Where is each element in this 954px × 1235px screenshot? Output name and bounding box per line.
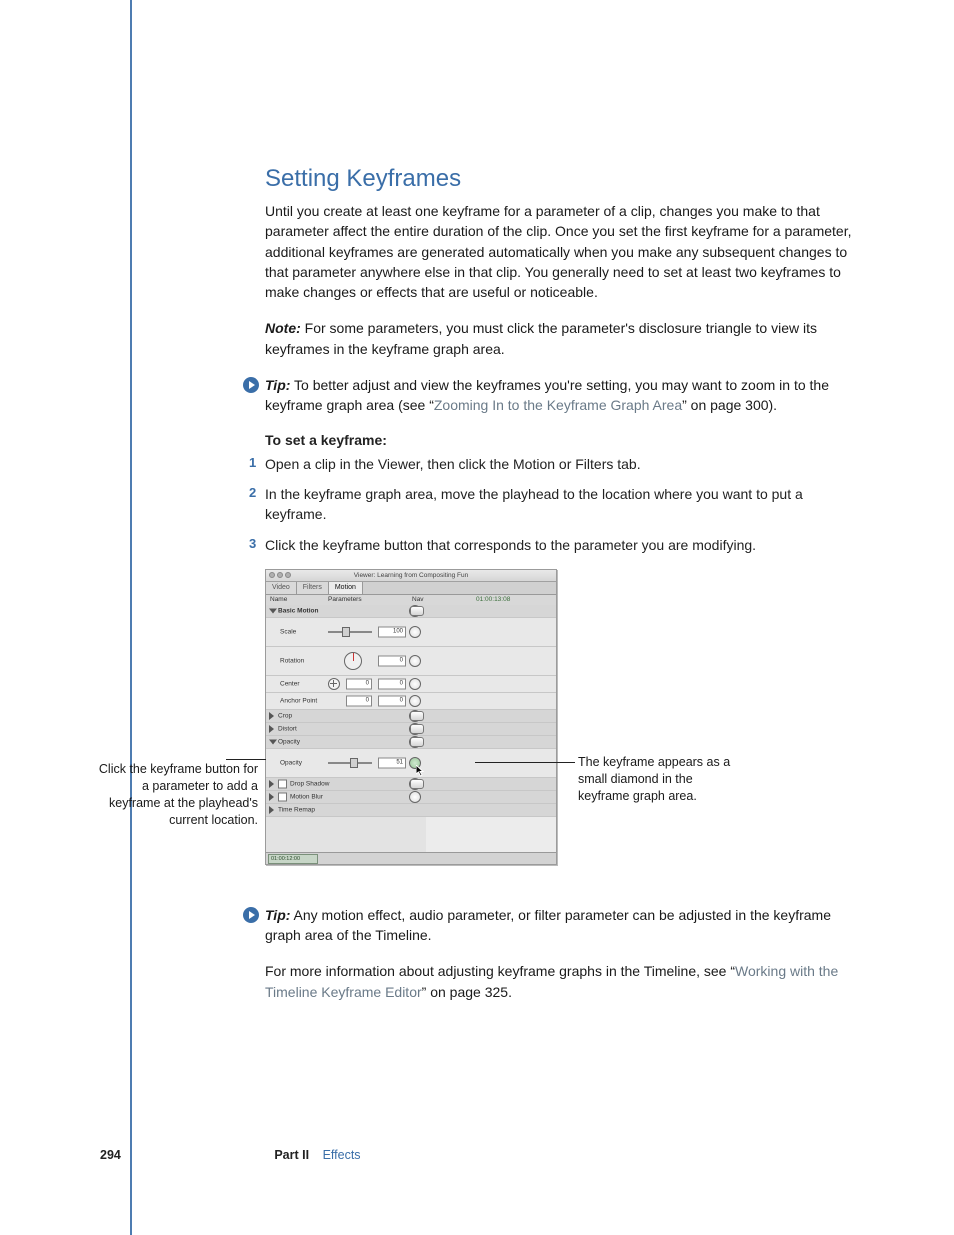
center-y[interactable]: 0 — [378, 678, 406, 689]
row-anchor: Anchor Point 0 0 — [266, 693, 556, 710]
row-motion-blur[interactable]: Motion Blur — [266, 791, 556, 804]
content-column: Setting Keyframes Until you create at le… — [265, 165, 855, 1018]
page: Setting Keyframes Until you create at le… — [0, 0, 954, 1235]
disclosure-triangle-icon[interactable] — [269, 608, 277, 613]
anchor-x[interactable]: 0 — [346, 695, 372, 706]
part-label: Part II — [274, 1148, 309, 1162]
opacity-value[interactable]: 51 — [378, 757, 406, 768]
disclosure-triangle-icon[interactable] — [269, 793, 274, 801]
outro-paragraph: For more information about adjusting key… — [265, 961, 855, 1002]
lead-line — [475, 762, 575, 763]
row-center: Center 0 0 — [266, 676, 556, 693]
tip-1: Tip: To better adjust and view the keyfr… — [265, 375, 855, 416]
section-label: Effects — [323, 1148, 361, 1162]
tab-motion[interactable]: Motion — [329, 582, 363, 594]
rotation-dial[interactable] — [344, 652, 362, 670]
viewer-window: Viewer: Learning from Compositing Fun Vi… — [265, 569, 557, 865]
scale-value[interactable]: 100 — [378, 626, 406, 637]
keyframe-button[interactable] — [409, 678, 421, 690]
page-footer: 294 Part II Effects — [100, 1148, 361, 1162]
note-body: For some parameters, you must click the … — [265, 320, 817, 356]
lead-line — [226, 759, 266, 760]
motion-blur-checkbox[interactable] — [278, 792, 287, 801]
nav-buttons[interactable] — [410, 606, 424, 616]
disclosure-triangle-icon[interactable] — [269, 739, 277, 744]
tip-icon — [243, 377, 259, 393]
row-opacity-group[interactable]: Opacity — [266, 736, 556, 749]
note-label: Note: — [265, 320, 301, 336]
center-x[interactable]: 0 — [346, 678, 372, 689]
callout-left: Click the keyframe button for a paramete… — [98, 761, 258, 829]
intro-paragraph: Until you create at least one keyframe f… — [265, 201, 855, 302]
tip-label: Tip: — [265, 907, 290, 923]
heading: Setting Keyframes — [265, 165, 855, 193]
window-title: Viewer: Learning from Compositing Fun — [354, 572, 468, 579]
tip-2: Tip: Any motion effect, audio parameter,… — [265, 905, 855, 946]
page-number: 294 — [100, 1148, 121, 1162]
nav-buttons[interactable] — [410, 737, 424, 747]
outro-a: For more information about adjusting key… — [265, 963, 735, 979]
callout-right: The keyframe appears as a small diamond … — [578, 754, 738, 805]
disclosure-triangle-icon[interactable] — [269, 712, 274, 720]
step-3: 3Click the keyframe button that correspo… — [265, 535, 855, 555]
nav-buttons[interactable] — [410, 711, 424, 721]
drop-shadow-checkbox[interactable] — [278, 779, 287, 788]
row-rotation: Rotation 0 — [266, 647, 556, 676]
opacity-slider[interactable] — [328, 759, 372, 767]
anchor-y[interactable]: 0 — [378, 695, 406, 706]
nav-buttons[interactable] — [410, 779, 424, 789]
row-drop-shadow[interactable]: Drop Shadow — [266, 778, 556, 791]
outro-b: ” on page 325. — [422, 984, 512, 1000]
titlebar[interactable]: Viewer: Learning from Compositing Fun — [266, 570, 556, 582]
tip-xref[interactable]: Zooming In to the Keyframe Graph Area — [434, 397, 682, 413]
disclosure-triangle-icon[interactable] — [269, 725, 274, 733]
figure: Viewer: Learning from Compositing Fun Vi… — [265, 569, 855, 889]
keyframe-button[interactable] — [409, 655, 421, 667]
nav-buttons[interactable] — [410, 724, 424, 734]
keyframe-button[interactable] — [409, 695, 421, 707]
row-time-remap[interactable]: Time Remap — [266, 804, 556, 817]
tip-body-b: ” on page 300). — [682, 397, 777, 413]
scale-slider[interactable] — [328, 628, 372, 636]
row-crop[interactable]: Crop — [266, 710, 556, 723]
margin-rule — [130, 0, 132, 1235]
col-params: Parameters — [328, 596, 362, 603]
tab-video[interactable]: Video — [266, 582, 297, 594]
col-nav: Nav — [412, 596, 424, 603]
tip-icon — [243, 907, 259, 923]
viewer-footer: 01:00:12:00 — [266, 852, 556, 864]
window-controls[interactable] — [269, 572, 291, 578]
header-timecode: 01:00:13:08 — [476, 596, 510, 603]
tab-filters[interactable]: Filters — [297, 582, 329, 594]
disclosure-triangle-icon[interactable] — [269, 780, 274, 788]
keyframe-button[interactable] — [409, 791, 421, 803]
rotation-value[interactable]: 0 — [378, 655, 406, 666]
steps-list: 1Open a clip in the Viewer, then click t… — [265, 454, 855, 555]
col-name: Name — [270, 596, 287, 603]
cursor-arrow-icon — [416, 765, 425, 777]
step-2: 2In the keyframe graph area, move the pl… — [265, 484, 855, 525]
row-scale: Scale 100 — [266, 618, 556, 647]
tip-label: Tip: — [265, 377, 290, 393]
step-1: 1Open a clip in the Viewer, then click t… — [265, 454, 855, 474]
note-paragraph: Note: For some parameters, you must clic… — [265, 318, 855, 359]
tab-bar: Video Filters Motion — [266, 582, 556, 595]
center-crosshair-icon[interactable] — [328, 678, 340, 690]
disclosure-triangle-icon[interactable] — [269, 806, 274, 814]
keyframe-button[interactable] — [409, 626, 421, 638]
viewer-body: 1000 432 -432 100 0 — [266, 605, 556, 853]
procedure-heading: To set a keyframe: — [265, 432, 855, 448]
row-opacity: Opacity 51 — [266, 749, 556, 778]
tip-body: Any motion effect, audio parameter, or f… — [265, 907, 831, 943]
row-distort[interactable]: Distort — [266, 723, 556, 736]
footer-timecode[interactable]: 01:00:12:00 — [268, 854, 318, 864]
row-basic-motion[interactable]: Basic Motion — [266, 605, 556, 618]
